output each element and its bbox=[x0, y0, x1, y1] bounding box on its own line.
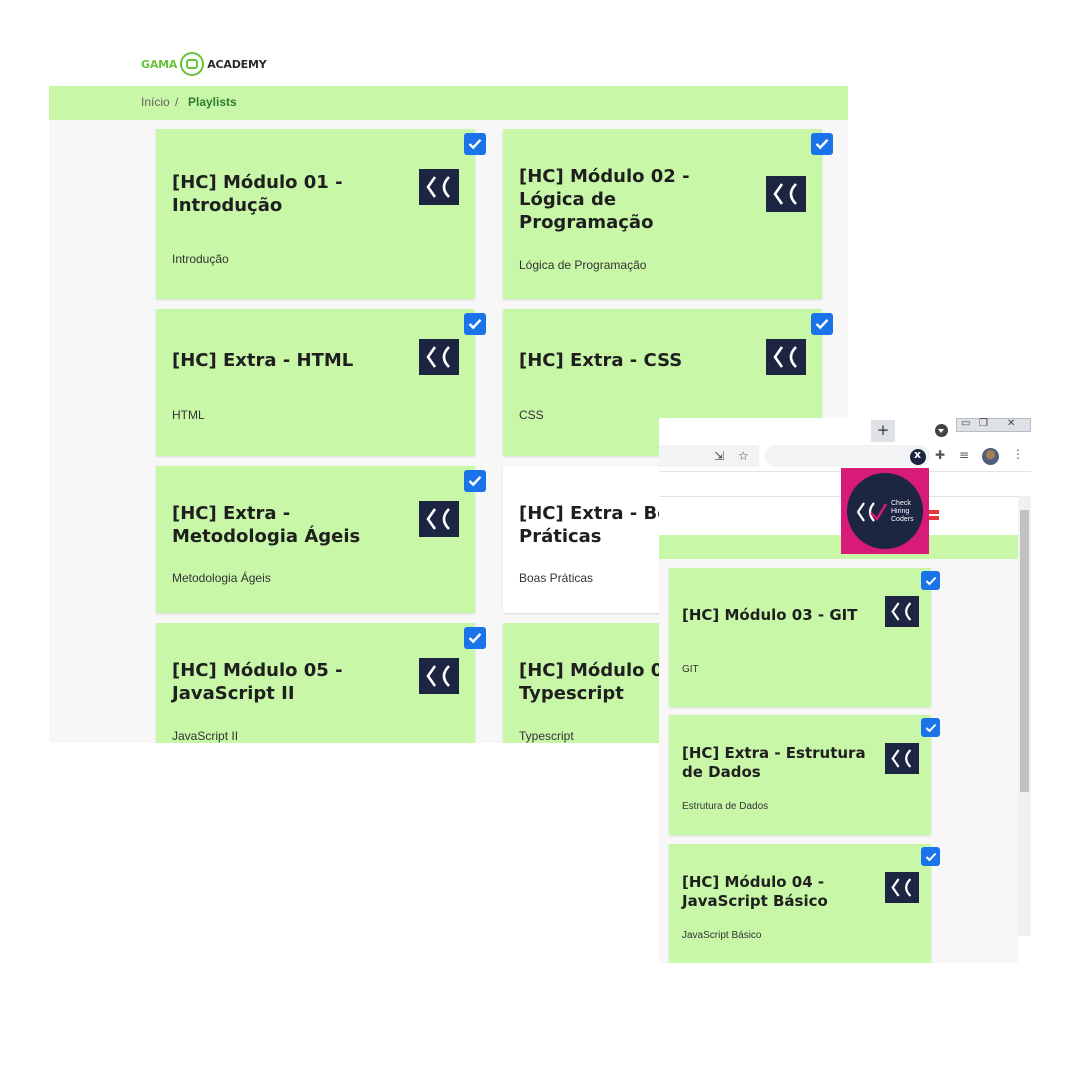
screenshot-composite: GAMA ACADEMY Início / Playlists [HC] Mód… bbox=[0, 0, 1080, 1080]
toolbar-left: ⇲ ☆ bbox=[659, 445, 759, 467]
card-title: [HC] Extra - Estrutura de Dados bbox=[682, 744, 866, 781]
hiring-coders-logo-icon bbox=[766, 176, 806, 212]
bookmark-star-icon[interactable]: ☆ bbox=[738, 449, 749, 463]
playlist-card[interactable]: [HC] Extra - Estrutura de Dados Estrutur… bbox=[669, 715, 931, 835]
hiring-coders-logo-icon bbox=[766, 339, 806, 375]
hiring-coders-logo-icon bbox=[419, 339, 459, 375]
tab-strip: + ▭ ❐ ✕ bbox=[659, 418, 1031, 442]
breadcrumb-home-link[interactable]: Início bbox=[141, 95, 170, 109]
card-title: [HC] Módulo 05 - JavaScript II bbox=[172, 660, 343, 704]
playlist-card[interactable]: [HC] Extra - HTML HTML bbox=[156, 309, 475, 456]
minimize-icon[interactable]: ▭ bbox=[961, 418, 970, 429]
breadcrumb: Início / Playlists bbox=[49, 86, 848, 120]
checkbox-checked-icon[interactable] bbox=[464, 470, 486, 492]
tab-search-icon[interactable] bbox=[935, 424, 948, 437]
address-bar[interactable] bbox=[765, 445, 930, 467]
playlist-card[interactable]: [HC] Módulo 04 - JavaScript Básico JavaS… bbox=[669, 844, 931, 963]
checkbox-checked-icon[interactable] bbox=[464, 627, 486, 649]
breadcrumb-current: Playlists bbox=[188, 95, 237, 109]
logo-text-gama: GAMA bbox=[141, 57, 178, 71]
card-subtitle: Introdução bbox=[172, 252, 229, 266]
playlist-card[interactable]: [HC] Módulo 03 - GIT GIT bbox=[669, 568, 931, 707]
new-tab-button[interactable]: + bbox=[871, 420, 895, 442]
card-subtitle: Estrutura de Dados bbox=[682, 801, 769, 812]
install-app-icon[interactable]: ⇲ bbox=[714, 449, 724, 463]
playlist-card[interactable]: [HC] Extra - Metodologia Ágeis Metodolog… bbox=[156, 466, 475, 613]
avatar[interactable] bbox=[982, 448, 999, 465]
close-icon[interactable]: ✕ bbox=[1007, 418, 1015, 429]
check-hiring-coders-popup[interactable]: Check Hiring Coders bbox=[841, 468, 929, 554]
hiring-coders-logo-icon bbox=[885, 872, 919, 903]
gama-academy-logo[interactable]: GAMA ACADEMY bbox=[141, 52, 267, 76]
puzzle-icon[interactable]: ✚ bbox=[935, 448, 945, 462]
logo-text-academy: ACADEMY bbox=[207, 57, 267, 71]
checkbox-checked-icon[interactable] bbox=[464, 313, 486, 335]
logo-mark-icon bbox=[180, 52, 205, 76]
playlist-card[interactable]: [HC] Módulo 02 - Lógica de Programação L… bbox=[503, 129, 822, 299]
checkbox-checked-icon[interactable] bbox=[464, 133, 486, 155]
card-subtitle: Lógica de Programação bbox=[519, 258, 647, 272]
breadcrumb-separator: / bbox=[175, 95, 179, 109]
checkbox-checked-icon[interactable] bbox=[811, 313, 833, 335]
card-subtitle: JavaScript Básico bbox=[682, 930, 762, 941]
card-title: [HC] Extra - HTML bbox=[172, 350, 354, 371]
card-subtitle: HTML bbox=[172, 408, 205, 422]
card-title: [HC] Módulo 01 - Introdução bbox=[172, 172, 343, 216]
card-subtitle: GIT bbox=[682, 664, 699, 675]
hiring-coders-logo-icon bbox=[419, 658, 459, 694]
media-icon[interactable]: ≡ bbox=[959, 448, 969, 462]
card-title: [HC] Extra - CSS bbox=[519, 350, 683, 371]
menu-mark-icon bbox=[929, 510, 939, 514]
card-title: [HC] Módulo 04 - JavaScript Básico bbox=[682, 873, 828, 910]
scrollbar-thumb[interactable] bbox=[1020, 510, 1029, 792]
checkbox-checked-icon[interactable] bbox=[811, 133, 833, 155]
popup-text-line2: Hiring bbox=[891, 508, 910, 515]
window-controls[interactable]: ▭ ❐ ✕ bbox=[956, 418, 1031, 432]
card-subtitle: Boas Práticas bbox=[519, 571, 594, 585]
playlist-card[interactable]: [HC] Módulo 01 - Introdução Introdução bbox=[156, 129, 475, 299]
hiring-coders-logo-icon bbox=[885, 596, 919, 627]
page-header bbox=[659, 496, 1018, 535]
card-subtitle: Metodologia Ágeis bbox=[172, 571, 271, 585]
playlist-list: [HC] Módulo 03 - GIT GIT [HC] Extra - Es… bbox=[659, 559, 1018, 963]
hiring-coders-logo-icon bbox=[419, 501, 459, 537]
hiring-coders-check-icon bbox=[857, 502, 887, 522]
site-header: GAMA ACADEMY bbox=[49, 38, 848, 86]
card-subtitle: JavaScript II bbox=[172, 729, 239, 743]
checkbox-checked-icon[interactable] bbox=[921, 571, 940, 590]
card-subtitle: Typescript bbox=[519, 729, 574, 743]
hiring-coders-logo-icon bbox=[885, 743, 919, 774]
restore-icon[interactable]: ❐ bbox=[979, 418, 988, 429]
checkbox-checked-icon[interactable] bbox=[921, 718, 940, 737]
card-subtitle: CSS bbox=[519, 408, 544, 422]
popup-badge: Check Hiring Coders bbox=[847, 473, 923, 549]
popup-text-line3: Coders bbox=[891, 516, 914, 523]
checkbox-checked-icon[interactable] bbox=[921, 847, 940, 866]
hiring-coders-extension-icon[interactable] bbox=[910, 448, 926, 465]
card-title: [HC] Módulo 02 - Lógica de Programação bbox=[519, 166, 690, 233]
kebab-icon[interactable]: ⋮ bbox=[1012, 447, 1024, 461]
playlist-card[interactable]: [HC] Módulo 05 - JavaScript II JavaScrip… bbox=[156, 623, 475, 743]
browser-window: + ▭ ❐ ✕ ⇲ ☆ ✚ ≡ ⋮ [HC] Módulo 03 - GIT bbox=[659, 418, 1031, 963]
breadcrumb-bar bbox=[659, 535, 1018, 559]
popup-text-line1: Check bbox=[891, 500, 911, 507]
card-title: [HC] Módulo 03 - GIT bbox=[682, 606, 858, 624]
card-title: [HC] Extra - Metodologia Ágeis bbox=[172, 503, 361, 547]
hiring-coders-logo-icon bbox=[419, 169, 459, 205]
